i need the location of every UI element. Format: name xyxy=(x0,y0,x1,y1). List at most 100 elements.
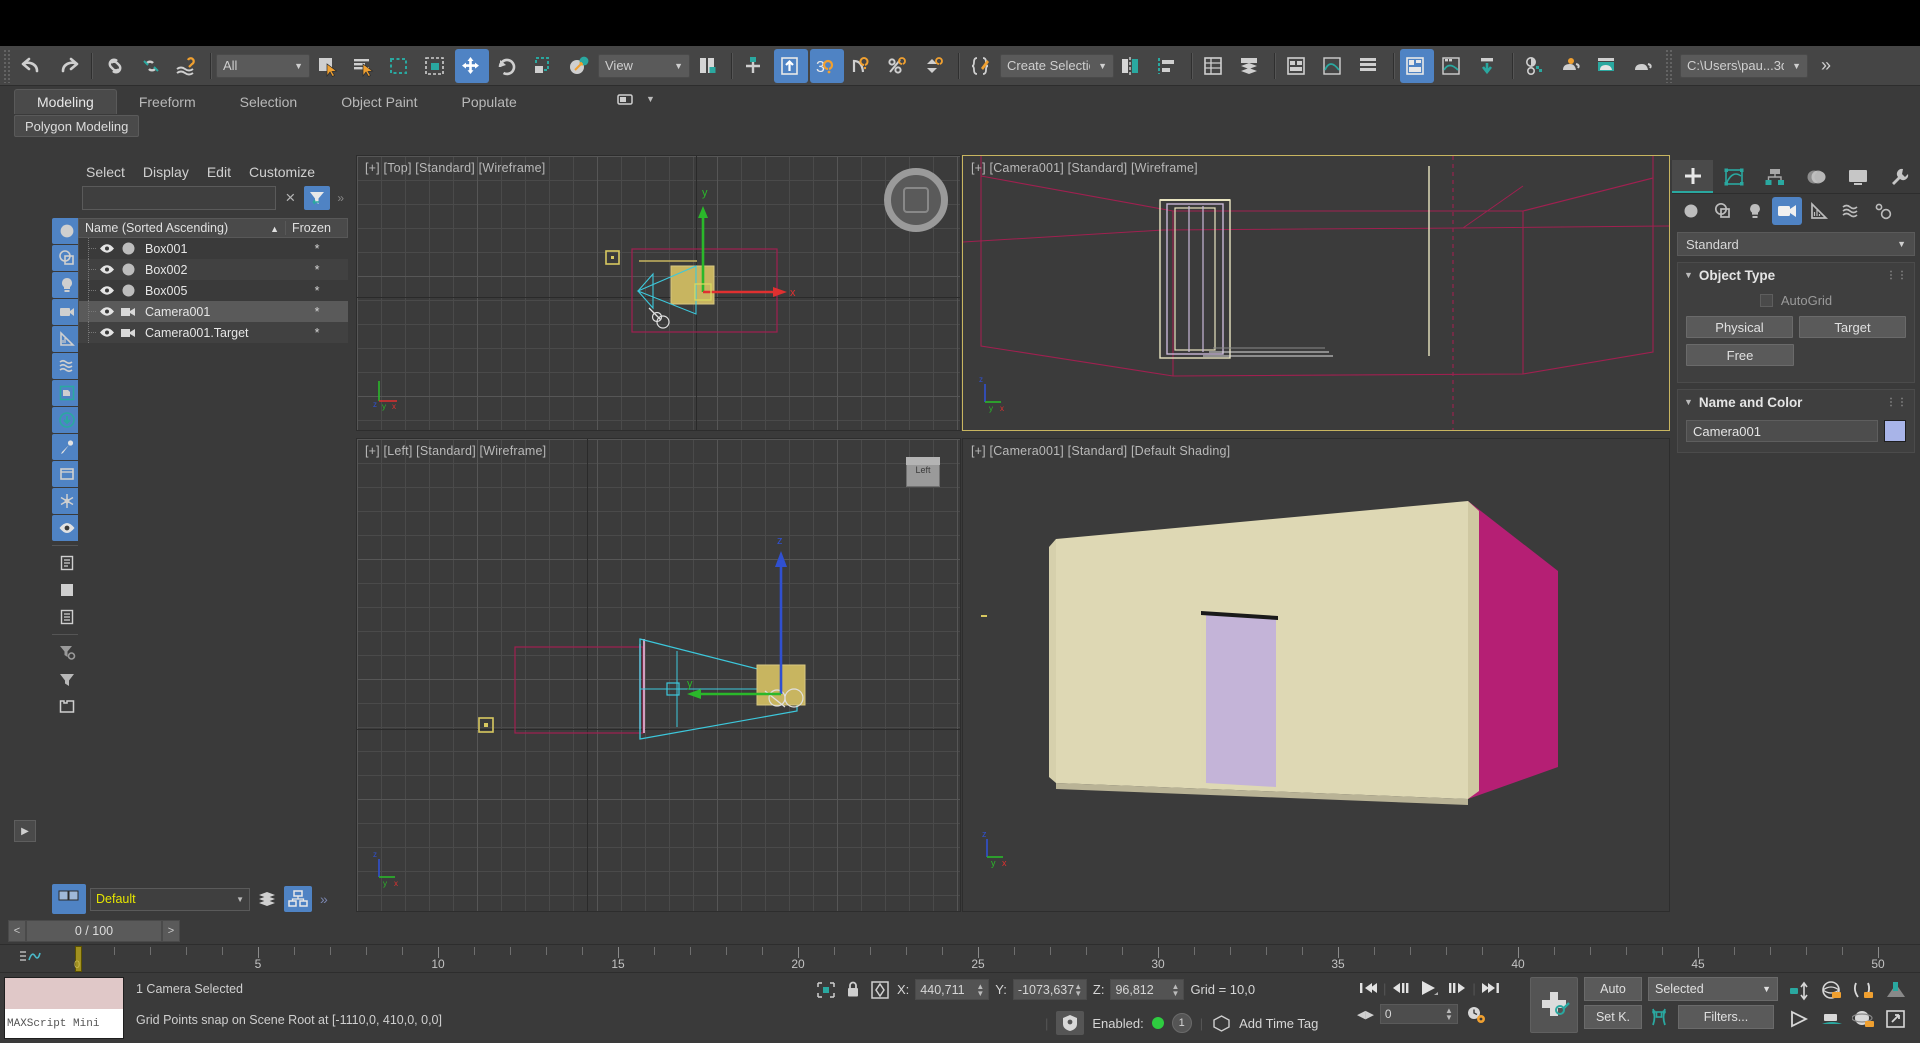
table-row[interactable]: Box002 * xyxy=(79,259,348,280)
zoom-extents-icon[interactable] xyxy=(1848,977,1880,1005)
time-tag-icon[interactable] xyxy=(1211,1013,1231,1033)
activeshade-button[interactable] xyxy=(1591,49,1625,83)
autogrid-checkbox[interactable] xyxy=(1759,294,1773,307)
unlink-selection-button[interactable] xyxy=(134,49,168,83)
select-and-move-button[interactable] xyxy=(455,48,489,83)
select-by-name-button[interactable] xyxy=(347,49,381,83)
helpers-icon[interactable] xyxy=(1804,197,1834,225)
object-name-input[interactable]: Camera001 xyxy=(1686,420,1878,442)
toolbar-grip-2[interactable] xyxy=(1665,48,1673,83)
time-configuration-icon[interactable] xyxy=(1464,1003,1488,1025)
goto-end-icon[interactable] xyxy=(1478,975,1504,1001)
key-filters-button[interactable]: Filters... xyxy=(1678,1005,1774,1029)
steering-wheel-icon[interactable] xyxy=(884,168,948,232)
display-tab[interactable] xyxy=(1837,160,1878,193)
frozen-cell[interactable]: * xyxy=(286,284,348,298)
object-color-swatch[interactable] xyxy=(1884,420,1906,442)
window-crossing-toggle-button[interactable] xyxy=(419,49,453,83)
systems-icon[interactable] xyxy=(1868,197,1898,225)
render-production-button[interactable] xyxy=(1519,49,1553,83)
geometry-icon[interactable] xyxy=(1676,197,1706,225)
visibility-eye-icon[interactable] xyxy=(97,327,117,338)
physical-camera-button[interactable]: Physical xyxy=(1686,316,1793,338)
orbit-icon[interactable] xyxy=(1848,1005,1880,1033)
filter-toggle-button[interactable] xyxy=(304,186,331,210)
viewport-label[interactable]: [+] [Camera001] [Standard] [Default Shad… xyxy=(971,444,1230,458)
clear-search-icon[interactable]: × xyxy=(281,188,299,208)
ribbon-minimize-button[interactable] xyxy=(613,88,639,110)
toolbar-overflow-button[interactable]: » xyxy=(1809,49,1843,83)
spinner-icon[interactable]: ▲ ▼ xyxy=(1074,982,1082,997)
visibility-eye-icon[interactable] xyxy=(97,285,117,296)
project-path-combo[interactable]: C:\Users\pau...3ds Max 202: ▼ xyxy=(1680,53,1808,78)
maxscript-mini-listener[interactable]: MAXScript Mini xyxy=(4,977,124,1039)
spinner-icon[interactable]: ▲ ▼ xyxy=(1172,982,1180,997)
viewport-top[interactable]: [+] [Top] [Standard] [Wireframe] y x z y… xyxy=(356,155,961,431)
object-name[interactable]: Box002 xyxy=(139,263,286,277)
named-selection-set-combo[interactable]: Create Selection Set ▼ xyxy=(1000,53,1114,78)
cameras-icon[interactable] xyxy=(1772,197,1802,225)
z-coordinate-field[interactable]: 96,812 ▲ ▼ xyxy=(1110,979,1185,1000)
frozen-cell[interactable]: * xyxy=(286,326,348,340)
hierarchy-tab[interactable] xyxy=(1755,160,1796,193)
target-camera-button[interactable]: Target xyxy=(1799,316,1906,338)
goto-start-icon[interactable] xyxy=(1355,975,1381,1001)
material-editor-button[interactable] xyxy=(1400,48,1434,83)
spacewarps-icon[interactable] xyxy=(1836,197,1866,225)
table-row[interactable]: Box005 * xyxy=(79,280,348,301)
object-name[interactable]: Camera001.Target xyxy=(139,326,286,340)
lights-icon[interactable] xyxy=(1740,197,1770,225)
table-row[interactable]: Box001 * xyxy=(79,238,348,259)
schematic-view-button[interactable] xyxy=(1353,49,1387,83)
search-input[interactable] xyxy=(82,186,277,210)
field-of-view-icon[interactable] xyxy=(1880,977,1912,1005)
explorer-overflow-icon[interactable]: » xyxy=(335,191,344,205)
listener-input-pane[interactable]: MAXScript Mini xyxy=(5,1009,123,1038)
selection-lock-icon[interactable] xyxy=(843,980,863,1000)
viewport-camera-shaded[interactable]: [+] [Camera001] [Standard] [Default Shad… xyxy=(962,438,1670,912)
menu-select[interactable]: Select xyxy=(86,164,125,180)
redo-button[interactable] xyxy=(51,49,85,83)
current-frame-field[interactable]: 0 ▲ ▼ xyxy=(1379,1004,1458,1024)
use-pivot-center-button[interactable] xyxy=(691,49,725,83)
next-frame-icon[interactable] xyxy=(1444,975,1470,1001)
add-time-tag-label[interactable]: Add Time Tag xyxy=(1239,1016,1318,1031)
ribbon-tab-object-paint[interactable]: Object Paint xyxy=(319,89,439,114)
visibility-eye-icon[interactable] xyxy=(97,243,117,254)
use-selection-center-button[interactable] xyxy=(738,49,772,83)
viewport-label[interactable]: [+] [Left] [Standard] [Wireframe] xyxy=(365,444,546,458)
render-setup-button[interactable] xyxy=(1436,49,1470,83)
layerbar-overflow-icon[interactable]: » xyxy=(316,891,328,907)
object-name[interactable]: Box005 xyxy=(139,284,286,298)
expand-panel-button[interactable]: ▶ xyxy=(14,820,36,842)
ribbon-tab-modeling[interactable]: Modeling xyxy=(14,89,117,114)
free-camera-button[interactable]: Free xyxy=(1686,344,1794,366)
object-name[interactable]: Camera001 xyxy=(139,305,286,319)
view-cube[interactable]: Left xyxy=(902,455,944,489)
toggle-scene-explorer-button[interactable] xyxy=(1281,49,1315,83)
viewport-camera-wireframe[interactable]: [+] [Camera001] [Standard] [Wireframe] z… xyxy=(962,155,1670,431)
angle-snap-button[interactable] xyxy=(846,49,880,83)
zoom-icon[interactable] xyxy=(1784,977,1816,1005)
placement-tool-button[interactable] xyxy=(563,49,597,83)
table-row[interactable]: Camera001.Target * xyxy=(79,322,348,343)
key-selection-set-combo[interactable]: Selected ▼ xyxy=(1648,977,1778,1001)
frozen-cell[interactable]: * xyxy=(286,242,348,256)
render-iterative-button[interactable] xyxy=(1555,49,1589,83)
visibility-eye-icon[interactable] xyxy=(97,264,117,275)
listener-output-pane[interactable] xyxy=(5,978,123,1009)
spinner-icon[interactable]: ▲ ▼ xyxy=(1445,1007,1453,1022)
ribbon-tab-freeform[interactable]: Freeform xyxy=(117,89,218,114)
column-header-name[interactable]: Name (Sorted Ascending) ▲ xyxy=(79,221,285,235)
create-tab[interactable] xyxy=(1672,160,1714,193)
utilities-tab[interactable] xyxy=(1879,160,1920,193)
modify-tab[interactable] xyxy=(1713,160,1754,193)
viewport-label[interactable]: [+] [Top] [Standard] [Wireframe] xyxy=(365,161,545,175)
track-bar[interactable]: 5 10 15 20 25 30 35 40 45 50 0 xyxy=(0,944,1920,972)
frame-stepper-icon[interactable]: ◀▶ xyxy=(1357,1008,1374,1021)
select-and-rotate-button[interactable] xyxy=(491,49,525,83)
column-header-frozen[interactable]: Frozen xyxy=(285,221,347,235)
curve-editor-button[interactable] xyxy=(1317,49,1351,83)
selection-filter-combo[interactable]: All ▼ xyxy=(216,53,310,78)
viewport-left[interactable]: [+] [Left] [Standard] [Wireframe] z y z … xyxy=(356,438,961,912)
